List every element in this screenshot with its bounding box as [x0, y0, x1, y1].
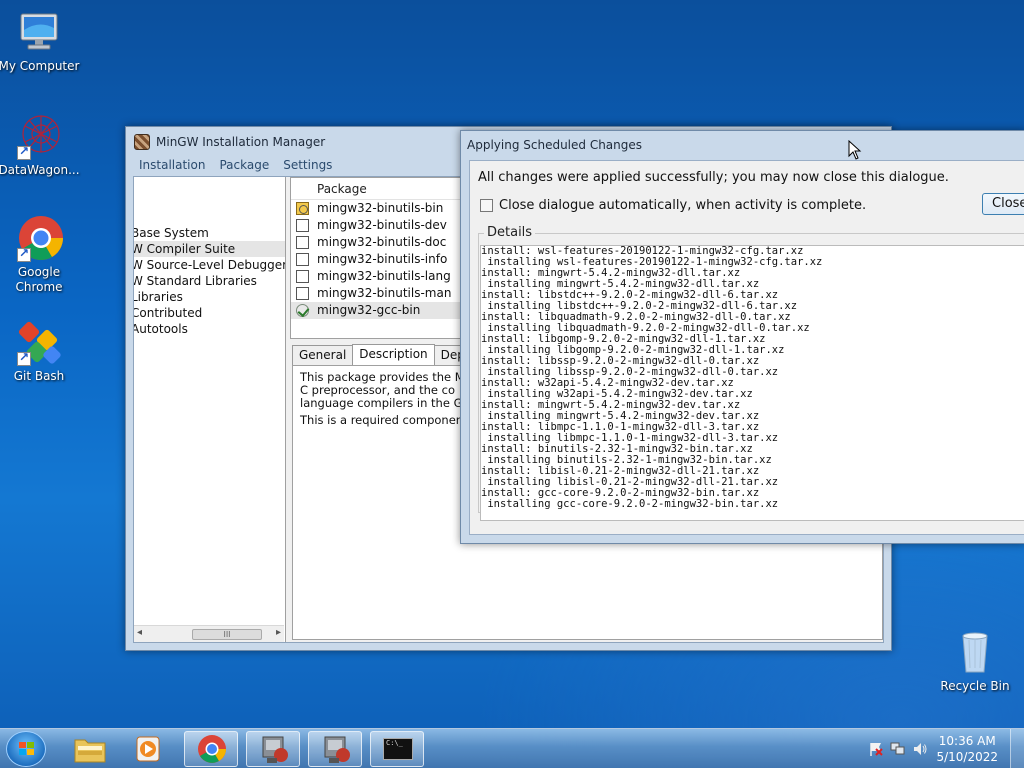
- package-name: mingw32-binutils-bin: [317, 201, 444, 215]
- desktop-icon-google-chrome[interactable]: Google Chrome: [0, 214, 81, 295]
- mingw-manager-icon: [324, 736, 350, 763]
- desktop-icon-recycle-bin[interactable]: Recycle Bin: [933, 628, 1017, 694]
- taskbar-explorer-button[interactable]: [63, 731, 117, 767]
- close-button[interactable]: Close: [982, 193, 1024, 215]
- dialog-client-area: All changes were applied successfully; y…: [469, 160, 1024, 535]
- git-bash-icon: [15, 318, 63, 366]
- auto-close-checkbox[interactable]: [480, 199, 493, 212]
- taskbar-chrome-button[interactable]: [184, 731, 238, 767]
- package-checkbox[interactable]: [296, 236, 309, 249]
- console-icon: C:\_: [383, 738, 413, 760]
- folder-icon: [74, 739, 106, 763]
- tree-horizontal-scrollbar[interactable]: ◂ III ▸: [134, 625, 284, 642]
- category-tree[interactable]: Base System W Compiler Suite W Source-Le…: [134, 177, 286, 642]
- shortcut-arrow-icon: [17, 350, 31, 366]
- package-checkbox[interactable]: [296, 253, 309, 266]
- computer-icon: [15, 8, 63, 56]
- scroll-left-icon[interactable]: ◂: [137, 627, 142, 638]
- scroll-right-icon[interactable]: ▸: [276, 627, 281, 638]
- tree-item-standard-libraries[interactable]: W Standard Libraries: [134, 273, 285, 289]
- desktop-icon-git-bash[interactable]: Git Bash: [0, 318, 81, 384]
- tab-general[interactable]: General: [292, 345, 354, 365]
- volume-icon[interactable]: [912, 741, 928, 757]
- desktop-icon-label: DataWagon...: [0, 163, 80, 177]
- media-player-icon: [136, 736, 160, 762]
- tree-item-base-system[interactable]: Base System: [134, 225, 285, 241]
- auto-close-label: Close dialogue automatically, when activ…: [499, 198, 867, 213]
- dialog-title: Applying Scheduled Changes: [467, 138, 643, 152]
- package-name: mingw32-binutils-info: [317, 252, 448, 266]
- clock[interactable]: 10:36 AM 5/10/2022: [936, 733, 998, 765]
- package-checkbox[interactable]: [296, 219, 309, 232]
- system-tray: 10:36 AM 5/10/2022: [854, 729, 1024, 768]
- auto-close-option[interactable]: Close dialogue automatically, when activ…: [480, 198, 866, 213]
- desktop-icon-label: My Computer: [0, 59, 80, 73]
- desktop-icon-label: Recycle Bin: [940, 679, 1010, 693]
- details-log[interactable]: install: wsl-features-20190122-1-mingw32…: [480, 245, 1024, 521]
- log-text: install: wsl-features-20190122-1-mingw32…: [481, 246, 1024, 510]
- network-icon[interactable]: [890, 741, 906, 757]
- taskbar-mingw-setup-button[interactable]: [246, 731, 300, 767]
- recycle-bin-icon: [951, 628, 999, 676]
- clock-date: 5/10/2022: [936, 750, 998, 764]
- package-name: mingw32-binutils-man: [317, 286, 452, 300]
- package-checkbox[interactable]: [296, 270, 309, 283]
- show-desktop-button[interactable]: [1010, 729, 1024, 768]
- shortcut-arrow-icon: [17, 144, 31, 160]
- dialog-message: All changes were applied successfully; y…: [478, 170, 949, 185]
- dialog-titlebar[interactable]: Applying Scheduled Changes: [461, 131, 1024, 159]
- taskbar-console-button[interactable]: C:\_: [370, 731, 424, 767]
- package-installed-icon[interactable]: [296, 304, 309, 317]
- apply-changes-dialog[interactable]: Applying Scheduled Changes All changes w…: [460, 130, 1024, 544]
- action-center-flag-icon[interactable]: [868, 741, 884, 757]
- log-line: installing gcc-core-9.2.0-2-mingw32-bin.…: [481, 498, 779, 510]
- menu-installation[interactable]: Installation: [132, 157, 212, 175]
- chrome-icon: [15, 214, 63, 262]
- desktop-icon-my-computer[interactable]: My Computer: [0, 8, 81, 74]
- mingw-setup-icon: [262, 736, 288, 763]
- desktop-icon-datawagon[interactable]: DataWagon...: [0, 112, 81, 178]
- tree-item-autotools[interactable]: Autotools: [134, 321, 285, 337]
- package-name: mingw32-binutils-lang: [317, 269, 451, 283]
- manager-title: MinGW Installation Manager: [156, 135, 326, 149]
- package-name: mingw32-binutils-doc: [317, 235, 447, 249]
- taskbar-media-player-button[interactable]: [122, 731, 176, 767]
- taskbar-mingw-manager-button[interactable]: [308, 731, 362, 767]
- tree-item-compiler-suite[interactable]: W Compiler Suite: [134, 241, 285, 257]
- windows-flag-icon: [19, 742, 35, 756]
- tab-description[interactable]: Description: [352, 344, 435, 365]
- tree-item-contributed[interactable]: Contributed: [134, 305, 285, 321]
- package-state-icon[interactable]: [296, 202, 309, 215]
- scrollbar-thumb[interactable]: III: [192, 629, 262, 640]
- tree-item-libraries[interactable]: Libraries: [134, 289, 285, 305]
- desktop-icon-label: Google Chrome: [15, 265, 63, 294]
- clock-time: 10:36 AM: [938, 734, 996, 748]
- package-name: mingw32-binutils-dev: [317, 218, 447, 232]
- tree-item-debugger[interactable]: W Source-Level Debugger: [134, 257, 285, 273]
- taskbar: C:\_ 10:36 AM 5/10/2022: [0, 728, 1024, 768]
- package-checkbox[interactable]: [296, 287, 309, 300]
- chrome-icon: [198, 735, 226, 763]
- datawagon-icon: [15, 112, 63, 160]
- mingw-icon: [134, 134, 150, 150]
- console-prompt: C:\_: [386, 739, 403, 747]
- menu-settings[interactable]: Settings: [276, 157, 339, 175]
- package-name: mingw32-gcc-bin: [317, 303, 421, 317]
- mouse-cursor-icon: [848, 140, 862, 160]
- details-label: Details: [484, 225, 536, 240]
- menu-package[interactable]: Package: [212, 157, 276, 175]
- shortcut-arrow-icon: [17, 246, 31, 262]
- start-button[interactable]: [6, 731, 46, 767]
- desktop-icon-label: Git Bash: [13, 369, 65, 383]
